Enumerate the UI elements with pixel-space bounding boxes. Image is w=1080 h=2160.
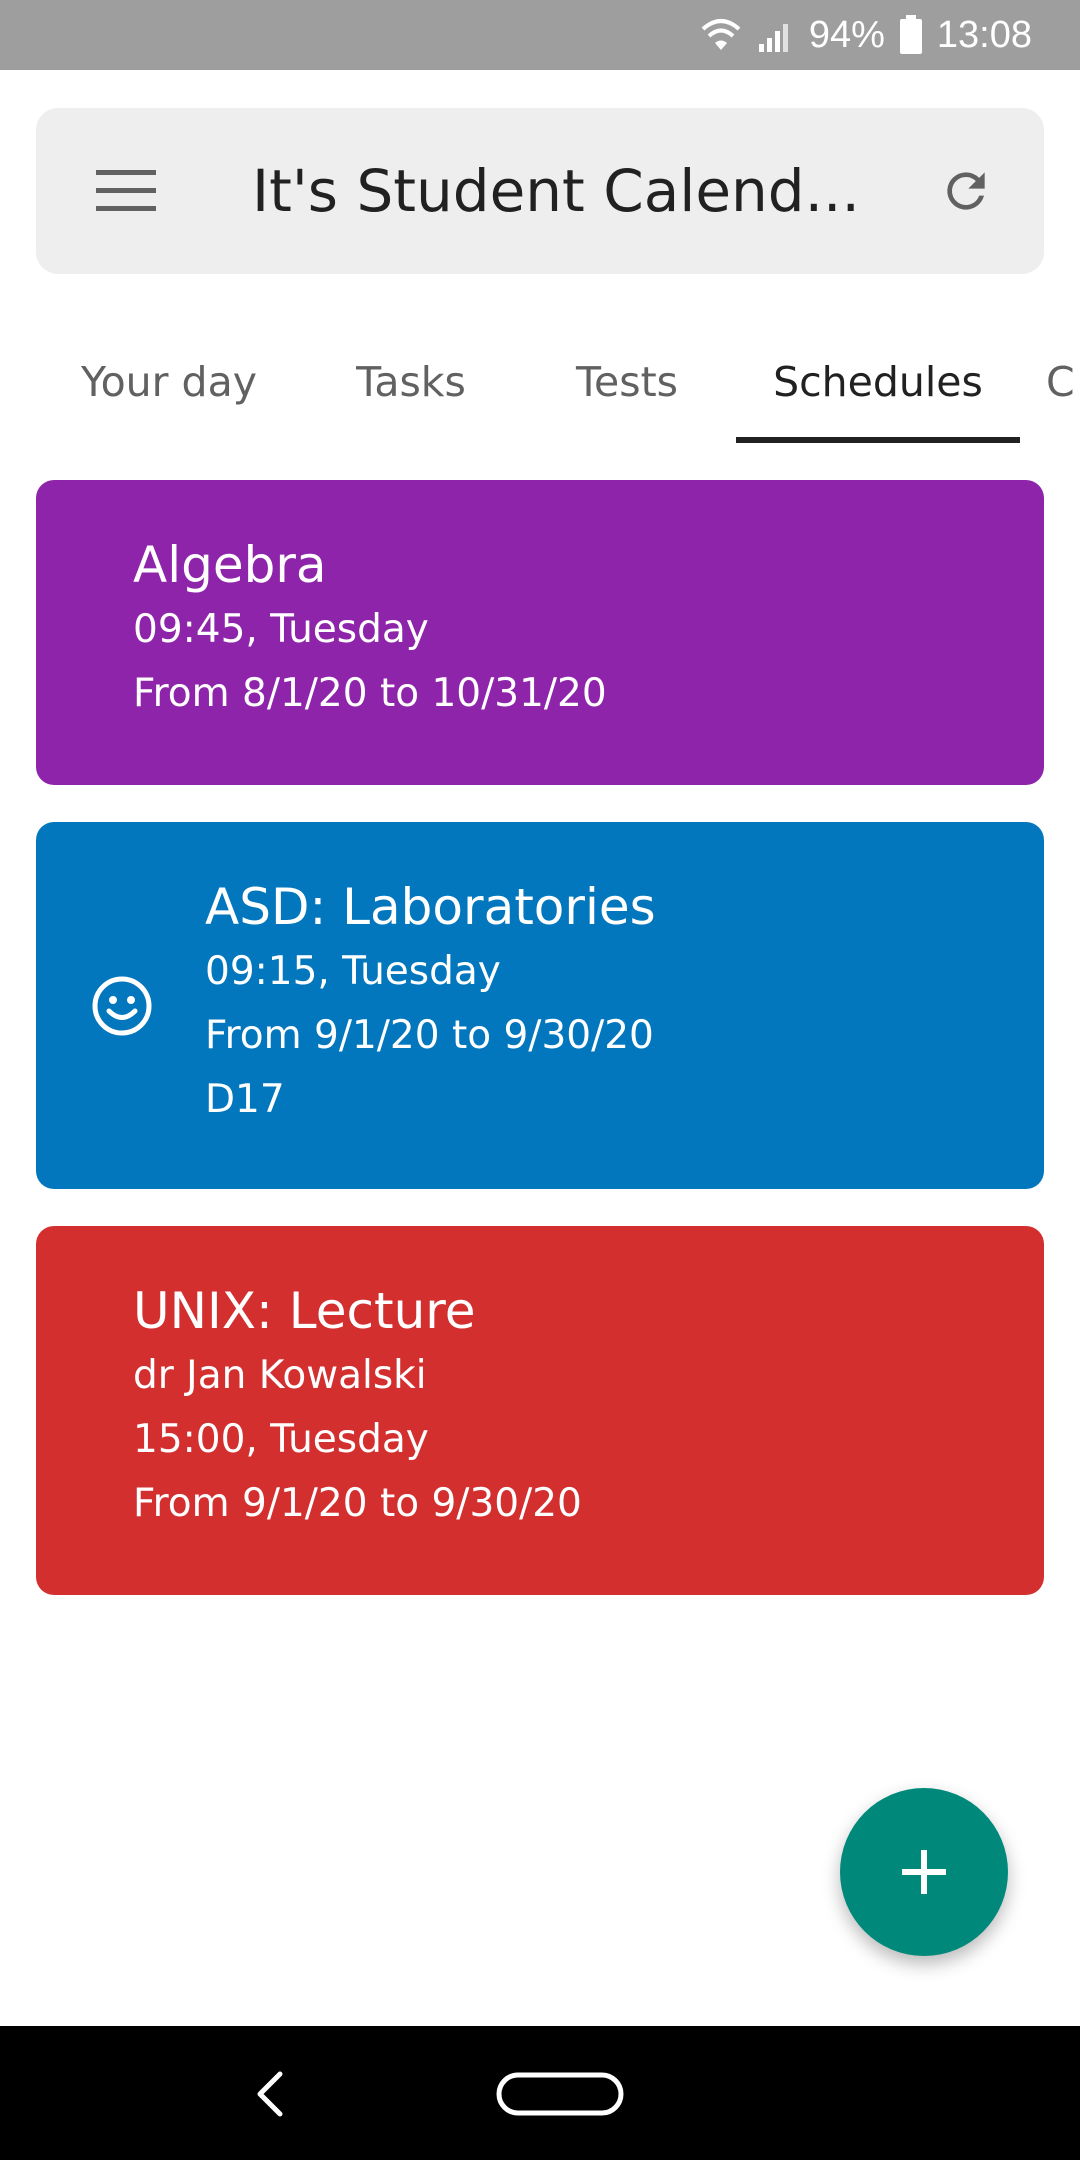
system-nav-bar: [0, 2026, 1080, 2160]
tab-schedules[interactable]: Schedules: [736, 320, 1020, 444]
tab-tasks[interactable]: Tasks: [318, 320, 504, 444]
tab-overflow[interactable]: C: [1046, 320, 1080, 444]
tab-label: Tests: [575, 358, 679, 406]
schedule-title: UNIX: Lecture: [133, 1282, 476, 1340]
app-title: It's Student Calend...: [252, 157, 860, 225]
schedule-room: D17: [205, 1077, 285, 1122]
schedule-card-asd-laboratories[interactable]: ASD: Laboratories 09:15, Tuesday From 9/…: [36, 822, 1044, 1189]
schedule-card-algebra[interactable]: Algebra 09:45, Tuesday From 8/1/20 to 10…: [36, 480, 1044, 785]
schedule-card-unix-lecture[interactable]: UNIX: Lecture dr Jan Kowalski 15:00, Tue…: [36, 1226, 1044, 1595]
schedule-range: From 9/1/20 to 9/30/20: [205, 1013, 654, 1058]
menu-icon: [96, 170, 156, 211]
clock: 13:08: [936, 13, 1032, 56]
signal-icon: [757, 16, 795, 54]
schedule-time: 15:00, Tuesday: [133, 1417, 429, 1462]
tab-label: Your day: [81, 358, 257, 406]
tab-bar: Your day Tasks Tests Schedules C: [0, 320, 1080, 444]
schedule-time: 09:15, Tuesday: [205, 949, 501, 994]
schedule-teacher: dr Jan Kowalski: [133, 1353, 427, 1398]
tab-label: C: [1046, 358, 1075, 406]
home-icon[interactable]: [496, 2070, 624, 2118]
back-icon[interactable]: [240, 2062, 304, 2126]
refresh-button[interactable]: [930, 155, 1002, 227]
smiley-icon: [92, 976, 152, 1035]
tab-indicator: [736, 437, 1020, 443]
tab-label: Tasks: [356, 358, 466, 406]
add-schedule-button[interactable]: [840, 1788, 1008, 1956]
plus-icon: [902, 1850, 946, 1894]
top-app-bar: It's Student Calend...: [36, 108, 1044, 274]
tab-tests[interactable]: Tests: [530, 320, 724, 444]
schedule-time: 09:45, Tuesday: [133, 607, 429, 652]
tab-your-day[interactable]: Your day: [44, 320, 294, 444]
schedule-title: Algebra: [133, 536, 327, 594]
menu-button[interactable]: [90, 155, 162, 227]
battery-percent: 94%: [808, 13, 885, 56]
battery-icon: [899, 15, 923, 55]
wifi-icon: [699, 16, 743, 54]
status-bar: 94% 13:08: [0, 0, 1080, 70]
schedule-range: From 9/1/20 to 9/30/20: [133, 1481, 582, 1526]
schedule-range: From 8/1/20 to 10/31/20: [133, 671, 607, 716]
schedule-title: ASD: Laboratories: [205, 878, 656, 936]
refresh-icon: [947, 172, 985, 210]
tab-label: Schedules: [773, 358, 983, 406]
